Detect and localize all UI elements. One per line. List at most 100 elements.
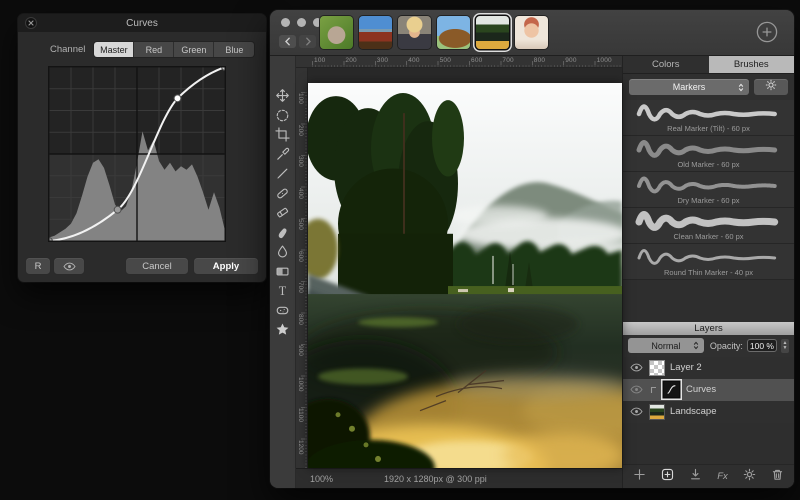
blur-tool[interactable] (270, 242, 295, 262)
document-thumbnails (320, 16, 548, 49)
add-icon[interactable] (633, 468, 646, 486)
cancel-button[interactable]: Cancel (126, 258, 188, 274)
brush-settings-button[interactable] (754, 79, 788, 95)
ruler-label: 400 (297, 187, 304, 199)
add-document-button[interactable] (756, 21, 778, 43)
close-icon[interactable] (25, 17, 37, 29)
gradient-tool[interactable] (270, 262, 295, 282)
document-thumbnail-portrait[interactable] (398, 16, 431, 49)
forward-button[interactable] (299, 35, 316, 48)
eraser-tool[interactable] (270, 203, 295, 223)
curves-graph[interactable] (48, 66, 226, 242)
brush-preset-dropdown[interactable]: Markers (629, 79, 749, 95)
layer-visibility-toggle[interactable] (629, 384, 644, 395)
gear-icon (765, 78, 777, 96)
opacity-input[interactable]: 100 % (746, 339, 778, 352)
layer-name: Curves (686, 384, 717, 395)
vertical-ruler: 100 200 300 400 500 600 700 800 900 1000 1100 1200 (296, 68, 308, 468)
layer-thumbnail[interactable] (649, 403, 665, 420)
zoom-level[interactable]: 100% (310, 474, 356, 484)
opacity-label: Opacity: (709, 340, 743, 351)
svg-text:T: T (279, 284, 287, 298)
brush-name: Dry Marker - 60 px (677, 196, 740, 205)
curve-point[interactable] (113, 205, 122, 214)
merge-down-icon[interactable] (689, 468, 702, 486)
crop-tool[interactable] (270, 125, 295, 145)
brush-item[interactable]: Clean Marker - 60 px (623, 208, 794, 244)
opacity-stepper[interactable]: ▲ ▼ (781, 338, 789, 353)
curves-dialog-titlebar[interactable]: Curves (18, 14, 266, 32)
document-canvas[interactable] (308, 83, 622, 468)
document-thumbnail-landscape[interactable] (476, 16, 509, 49)
ruler-label: 1000 (596, 57, 612, 64)
ruler-label: 500 (297, 219, 304, 230)
layer-thumbnail[interactable] (649, 359, 665, 376)
brush-item[interactable]: Real Marker (Tilt) - 60 px (623, 100, 794, 136)
document-info: 1920 x 1280px @ 300 ppi (384, 473, 487, 484)
tab-colors[interactable]: Colors (623, 56, 709, 73)
selection-tool[interactable] (270, 106, 295, 126)
preview-toggle-button[interactable] (54, 258, 84, 274)
layer-row-curves[interactable]: Curves (623, 378, 794, 401)
channel-red[interactable]: Red (134, 42, 175, 57)
ruler-label: 500 (439, 57, 452, 64)
window-toolbar (270, 10, 794, 56)
back-button[interactable] (279, 35, 296, 48)
type-tool[interactable]: T (270, 281, 295, 301)
ruler-label: 300 (297, 156, 304, 167)
blend-mode-dropdown[interactable]: Normal (628, 338, 704, 353)
document-thumbnail-horse[interactable] (437, 16, 470, 49)
brush-name: Clean Marker - 60 px (673, 232, 744, 241)
chevron-updown-icon (692, 340, 700, 353)
ruler-label: 300 (376, 57, 389, 64)
sponge-tool[interactable] (270, 301, 295, 321)
channel-master[interactable]: Master (94, 42, 135, 57)
brush-stroke-preview (635, 211, 778, 231)
adjustments-icon[interactable] (743, 468, 756, 486)
layer-visibility-toggle[interactable] (629, 406, 644, 417)
document-thumbnail-child[interactable] (515, 16, 548, 49)
move-tool[interactable] (270, 86, 295, 106)
eyedropper-tool[interactable] (270, 145, 295, 165)
brush-stroke-preview (636, 176, 777, 194)
brush-item[interactable]: Old Marker - 60 px (623, 136, 794, 172)
ruler-label: 600 (471, 57, 483, 64)
ruler-label: 1200 (297, 439, 304, 454)
ruler-label: 600 (297, 250, 304, 262)
layers-header: Layers (623, 321, 794, 335)
horizontal-ruler: 100 200 300 400 500 600 700 800 900 1000 (296, 56, 622, 68)
layer-thumbnail[interactable] (664, 382, 679, 397)
brush-item[interactable]: Dry Marker - 60 px (623, 172, 794, 208)
channel-label: Channel (50, 44, 86, 55)
channel-green[interactable]: Green (174, 42, 215, 57)
brush-name: Real Marker (Tilt) - 60 px (667, 124, 750, 133)
layer-row-landscape[interactable]: Landscape (623, 401, 794, 423)
curve-point[interactable] (173, 94, 182, 103)
channel-segmented: Master Red Green Blue (94, 42, 255, 57)
ruler-label: 700 (502, 57, 514, 64)
apply-button[interactable]: Apply (194, 258, 258, 274)
healing-tool[interactable] (270, 184, 295, 204)
landscape-photo (308, 83, 622, 468)
shapes-tool[interactable] (270, 320, 295, 340)
close-window-button[interactable] (281, 18, 290, 27)
channel-blue[interactable]: Blue (214, 42, 255, 57)
new-layer-icon[interactable] (661, 468, 674, 486)
effects-icon[interactable]: Fx (717, 471, 728, 482)
status-bar: 100% 1920 x 1280px @ 300 ppi (296, 468, 622, 488)
layer-name: Layer 2 (670, 362, 702, 373)
ruler-label: 100 (314, 57, 326, 64)
layer-visibility-toggle[interactable] (629, 362, 644, 373)
brush-item[interactable]: Round Thin Marker - 40 px (623, 244, 794, 280)
smudge-tool[interactable] (270, 223, 295, 243)
layer-row-layer-2[interactable]: Layer 2 (623, 357, 794, 379)
minimize-window-button[interactable] (297, 18, 306, 27)
document-thumbnail-cat[interactable] (320, 16, 353, 49)
reset-button[interactable]: R (26, 258, 50, 274)
tab-brushes[interactable]: Brushes (708, 56, 794, 73)
document-thumbnail-barn[interactable] (359, 16, 392, 49)
trash-icon[interactable] (771, 468, 784, 486)
brush-tool[interactable] (270, 164, 295, 184)
chevron-updown-icon (737, 82, 745, 95)
ruler-label: 400 (408, 57, 420, 64)
